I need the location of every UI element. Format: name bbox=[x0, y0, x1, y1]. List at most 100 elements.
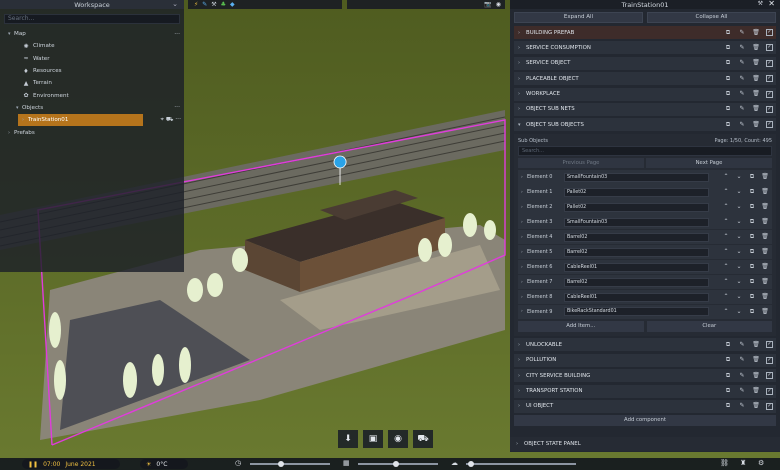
tree-item[interactable]: ♦ Resources bbox=[0, 65, 184, 77]
delete-icon[interactable]: 🗑 bbox=[752, 121, 760, 129]
edit-icon[interactable]: ✎ bbox=[738, 402, 746, 410]
copy-icon[interactable]: ⧉ bbox=[748, 203, 756, 211]
element-value-field[interactable]: Barrel02 bbox=[564, 247, 709, 257]
delete-icon[interactable]: 🗑 bbox=[752, 387, 760, 395]
delete-icon[interactable]: 🗑 bbox=[752, 402, 760, 410]
element-value-field[interactable]: Barrel02 bbox=[564, 277, 709, 287]
camera-icon[interactable]: 📷 bbox=[484, 1, 491, 8]
copy-icon[interactable]: ⧉ bbox=[724, 105, 732, 113]
move-down-icon[interactable]: ⌄ bbox=[735, 233, 743, 241]
copy-icon[interactable]: ⧉ bbox=[748, 218, 756, 226]
move-down-icon[interactable]: ⌄ bbox=[735, 263, 743, 271]
wrench-icon[interactable]: ⚒ bbox=[758, 0, 763, 7]
section-workplace[interactable]: › WORKPLACE ⧉ ✎ 🗑 ✓ bbox=[514, 87, 776, 101]
section-building-prefab[interactable]: › BUILDING PREFAB ⧉ ✎ 🗑 ✓ bbox=[514, 26, 776, 39]
enabled-checkbox[interactable]: ✓ bbox=[766, 29, 773, 36]
enabled-checkbox[interactable]: ✓ bbox=[766, 372, 773, 380]
sub-objects-search-input[interactable]: Search... bbox=[518, 145, 772, 156]
element-value-field[interactable]: Barrel02 bbox=[564, 232, 709, 242]
edit-icon[interactable]: ✎ bbox=[738, 59, 746, 67]
more-icon[interactable]: ··· bbox=[174, 31, 180, 38]
gear-icon[interactable]: ⚙ bbox=[758, 459, 764, 467]
copy-icon[interactable]: ⧉ bbox=[724, 90, 732, 98]
section-placeable-object[interactable]: › PLACEABLE OBJECT ⧉ ✎ 🗑 ✓ bbox=[514, 72, 776, 86]
enabled-checkbox[interactable]: ✓ bbox=[766, 90, 773, 98]
sub-object-row[interactable]: › Element 1 Pallet02 ⌃ ⌄ ⧉ 🗑 bbox=[518, 184, 772, 200]
copy-icon[interactable]: ⧉ bbox=[748, 293, 756, 301]
enabled-checkbox[interactable]: ✓ bbox=[766, 387, 773, 395]
move-down-icon[interactable]: ⌄ bbox=[735, 248, 743, 256]
element-value-field[interactable]: CableReel01 bbox=[564, 262, 709, 272]
previous-page-button[interactable]: Previous Page bbox=[518, 157, 644, 168]
delete-icon[interactable]: 🗑 bbox=[752, 29, 760, 37]
copy-icon[interactable]: ⧉ bbox=[724, 121, 732, 129]
sub-object-row[interactable]: › Element 9 BikeRackStandard01 ⌃ ⌄ ⧉ 🗑 bbox=[518, 304, 772, 320]
edit-icon[interactable]: ✎ bbox=[738, 356, 746, 364]
layers-icon[interactable]: ◆ bbox=[230, 1, 235, 8]
enabled-checkbox[interactable]: ✓ bbox=[766, 44, 773, 52]
camera-icon[interactable]: ◉ bbox=[388, 430, 408, 448]
copy-icon[interactable]: ⧉ bbox=[724, 59, 732, 67]
link-icon[interactable]: ⛓ bbox=[720, 459, 729, 467]
section-object-sub-nets[interactable]: › OBJECT SUB NETS ⧉ ✎ 🗑 ✓ bbox=[514, 102, 776, 116]
move-up-icon[interactable]: ⌃ bbox=[722, 173, 730, 181]
edit-icon[interactable]: ✎ bbox=[738, 372, 746, 380]
copy-icon[interactable]: ⧉ bbox=[724, 75, 732, 83]
section-unlockable[interactable]: › UNLOCKABLE ⧉ ✎ 🗑 ✓ bbox=[514, 338, 776, 352]
enabled-checkbox[interactable]: ✓ bbox=[766, 105, 773, 113]
tree-item[interactable]: ≈ Water bbox=[0, 53, 184, 65]
section-service-object[interactable]: › SERVICE OBJECT ⧉ ✎ 🗑 ✓ bbox=[514, 56, 776, 70]
move-down-icon[interactable]: ⌄ bbox=[735, 293, 743, 301]
delete-icon[interactable]: 🗑 bbox=[752, 59, 760, 67]
move-down-icon[interactable]: ⌄ bbox=[735, 218, 743, 226]
section-city-service-building[interactable]: › CITY SERVICE BUILDING ⧉ ✎ 🗑 ✓ bbox=[514, 369, 776, 383]
delete-icon[interactable]: 🗑 bbox=[752, 75, 760, 83]
chevron-down-icon[interactable]: ⌄ bbox=[172, 0, 178, 8]
delete-icon[interactable]: 🗑 bbox=[761, 278, 769, 286]
sub-object-row[interactable]: › Element 7 Barrel02 ⌃ ⌄ ⧉ 🗑 bbox=[518, 274, 772, 290]
edit-icon[interactable]: ✎ bbox=[738, 90, 746, 98]
tree-item[interactable]: ✺ Climate bbox=[0, 40, 184, 52]
copy-icon[interactable]: ⧉ bbox=[724, 356, 732, 364]
copy-icon[interactable]: ⧉ bbox=[748, 173, 756, 181]
copy-icon[interactable]: ⧉ bbox=[748, 263, 756, 271]
copy-icon[interactable]: ⧉ bbox=[724, 372, 732, 380]
move-down-icon[interactable]: ⌄ bbox=[735, 188, 743, 196]
move-up-icon[interactable]: ⌃ bbox=[722, 308, 730, 316]
tree-item[interactable]: › TrainStation01 ⌖ ⛟ ··· bbox=[18, 114, 181, 127]
sub-object-row[interactable]: › Element 5 Barrel02 ⌃ ⌄ ⧉ 🗑 bbox=[518, 244, 772, 260]
weather-slider-knob[interactable] bbox=[468, 461, 474, 467]
copy-icon[interactable]: ⧉ bbox=[724, 402, 732, 410]
tree-item[interactable]: ▾ Map ··· bbox=[0, 28, 184, 40]
enabled-checkbox[interactable]: ✓ bbox=[766, 121, 773, 129]
element-value-field[interactable]: SmallFountain03 bbox=[564, 217, 709, 227]
enabled-checkbox[interactable]: ✓ bbox=[766, 59, 773, 67]
edit-icon[interactable]: ✎ bbox=[738, 105, 746, 113]
delete-icon[interactable]: 🗑 bbox=[761, 233, 769, 241]
sub-object-row[interactable]: › Element 3 SmallFountain03 ⌃ ⌄ ⧉ 🗑 bbox=[518, 214, 772, 230]
move-down-icon[interactable]: ⌄ bbox=[735, 203, 743, 211]
sub-object-row[interactable]: › Element 0 SmallFountain03 ⌃ ⌄ ⧉ 🗑 bbox=[518, 169, 772, 185]
delete-icon[interactable]: 🗑 bbox=[761, 188, 769, 196]
delete-icon[interactable]: 🗑 bbox=[761, 248, 769, 256]
copy-icon[interactable]: ⧉ bbox=[724, 387, 732, 395]
delete-icon[interactable]: 🗑 bbox=[761, 203, 769, 211]
section-transport-station[interactable]: › TRANSPORT STATION ⧉ ✎ 🗑 ✓ bbox=[514, 384, 776, 398]
move-up-icon[interactable]: ⌃ bbox=[722, 248, 730, 256]
paint-icon[interactable]: ✎ bbox=[202, 1, 207, 8]
element-value-field[interactable]: Pallet02 bbox=[564, 187, 709, 197]
tree-item[interactable]: ✿ Environment bbox=[0, 89, 184, 101]
expand-all-button[interactable]: Expand All bbox=[514, 12, 643, 23]
time-slider-knob[interactable] bbox=[278, 461, 284, 467]
copy-icon[interactable]: ⧉ bbox=[748, 188, 756, 196]
delete-icon[interactable]: 🗑 bbox=[752, 372, 760, 380]
settings-icon[interactable]: ◉ bbox=[496, 1, 501, 8]
delete-icon[interactable]: 🗑 bbox=[761, 173, 769, 181]
download-icon[interactable]: ⬇ bbox=[338, 430, 358, 448]
move-up-icon[interactable]: ⌃ bbox=[722, 293, 730, 301]
copy-icon[interactable]: ⧉ bbox=[748, 278, 756, 286]
copy-icon[interactable]: ⧉ bbox=[748, 233, 756, 241]
delete-icon[interactable]: 🗑 bbox=[752, 341, 760, 349]
tool-icon[interactable]: ⚒ bbox=[211, 1, 216, 8]
section-object-sub-objects[interactable]: ▾ OBJECT SUB OBJECTS ⧉ ✎ 🗑 ✓ bbox=[514, 118, 776, 132]
